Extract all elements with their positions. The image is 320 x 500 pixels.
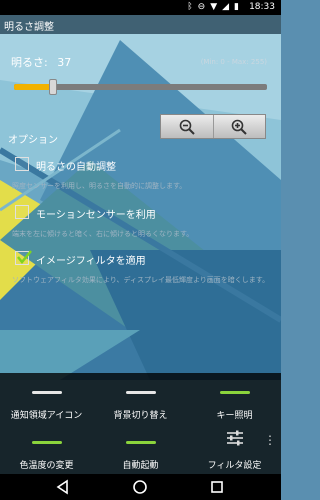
menu-item-auto-start[interactable]: 自動起動 xyxy=(94,423,187,473)
sliders-icon xyxy=(227,430,243,446)
battery-icon: ▮ xyxy=(234,2,239,12)
checkmark-icon xyxy=(17,250,32,264)
auto-brightness-checkbox[interactable] xyxy=(15,157,29,171)
brightness-value: 37 xyxy=(57,56,72,69)
status-bar: ᛒ ⊖ ▼ ◢ ▮ 18:33 xyxy=(0,0,281,15)
brightness-slider[interactable] xyxy=(14,79,267,95)
recents-icon xyxy=(211,481,223,493)
home-button[interactable] xyxy=(131,478,149,496)
zoom-in-icon xyxy=(231,119,247,135)
title-bar: 明るさ調整 xyxy=(0,15,281,34)
zoom-out-button[interactable] xyxy=(161,115,213,138)
option-label: 明るさの自動調整 xyxy=(36,162,116,173)
zoom-control xyxy=(160,114,266,139)
option-label: イメージフィルタを適用 xyxy=(36,256,146,267)
bottom-menu: 通知領域アイコン 背景切り替え キー照明 色温度の変更 自動起動 フィルタ設定 … xyxy=(0,373,281,474)
menu-item-label: フィルタ設定 xyxy=(207,461,262,471)
toggle-indicator xyxy=(126,441,156,444)
option-description: 端末を左に傾けると暗く、右に傾けると明るくなります。 xyxy=(12,230,194,238)
bluetooth-icon: ᛒ xyxy=(187,2,193,12)
menu-item-label: 背景切り替え xyxy=(113,411,168,421)
toggle-indicator xyxy=(126,391,156,394)
zoom-out-icon xyxy=(179,119,195,135)
menu-item-notification-icon[interactable]: 通知領域アイコン xyxy=(0,373,93,423)
slider-fill xyxy=(14,84,51,90)
minus-circle-icon: ⊖ xyxy=(197,2,206,12)
brightness-range-hint: (Min: 0 - Max: 255) xyxy=(200,58,267,66)
clock: 18:33 xyxy=(249,2,275,12)
menu-item-key-light[interactable]: キー照明 xyxy=(188,373,281,423)
menu-item-filter-settings[interactable]: フィルタ設定 xyxy=(188,423,281,473)
option-label: モーションセンサーを利用 xyxy=(36,210,156,221)
menu-item-label: 自動起動 xyxy=(122,461,159,471)
navigation-bar xyxy=(0,474,281,500)
toggle-indicator xyxy=(220,391,250,394)
brightness-label: 明るさ: xyxy=(11,56,48,69)
menu-item-color-temperature[interactable]: 色温度の変更 xyxy=(0,423,93,473)
motion-sensor-checkbox[interactable] xyxy=(15,205,29,219)
home-icon xyxy=(133,480,147,494)
back-button[interactable] xyxy=(54,478,72,496)
status-icons: ᛒ ⊖ ▼ ◢ ▮ xyxy=(187,2,239,12)
menu-item-label: 色温度の変更 xyxy=(19,461,74,471)
options-heading: オプション xyxy=(8,135,58,146)
brightness-readout: 明るさ: 37 xyxy=(11,54,71,70)
option-description: 照度センサーを利用し、明るさを自動的に調整します。 xyxy=(12,182,187,190)
overflow-menu-icon[interactable]: ⋮ xyxy=(264,433,276,447)
menu-item-background-switch[interactable]: 背景切り替え xyxy=(94,373,187,423)
menu-item-label: 通知領域アイコン xyxy=(10,411,83,421)
back-icon xyxy=(56,479,68,495)
toggle-indicator xyxy=(32,391,62,394)
image-filter-checkbox[interactable] xyxy=(15,250,32,265)
toggle-indicator xyxy=(32,441,62,444)
wifi-icon: ▼ xyxy=(210,2,218,12)
option-description: ソフトウェアフィルタ効果により、ディスプレイ最低輝度より画面を暗くします。 xyxy=(12,276,270,284)
recents-button[interactable] xyxy=(208,478,226,496)
menu-item-label: キー照明 xyxy=(216,411,253,421)
page-title: 明るさ調整 xyxy=(4,22,54,33)
zoom-in-button[interactable] xyxy=(212,115,266,138)
slider-thumb[interactable] xyxy=(49,79,57,95)
signal-icon: ◢ xyxy=(222,2,230,12)
